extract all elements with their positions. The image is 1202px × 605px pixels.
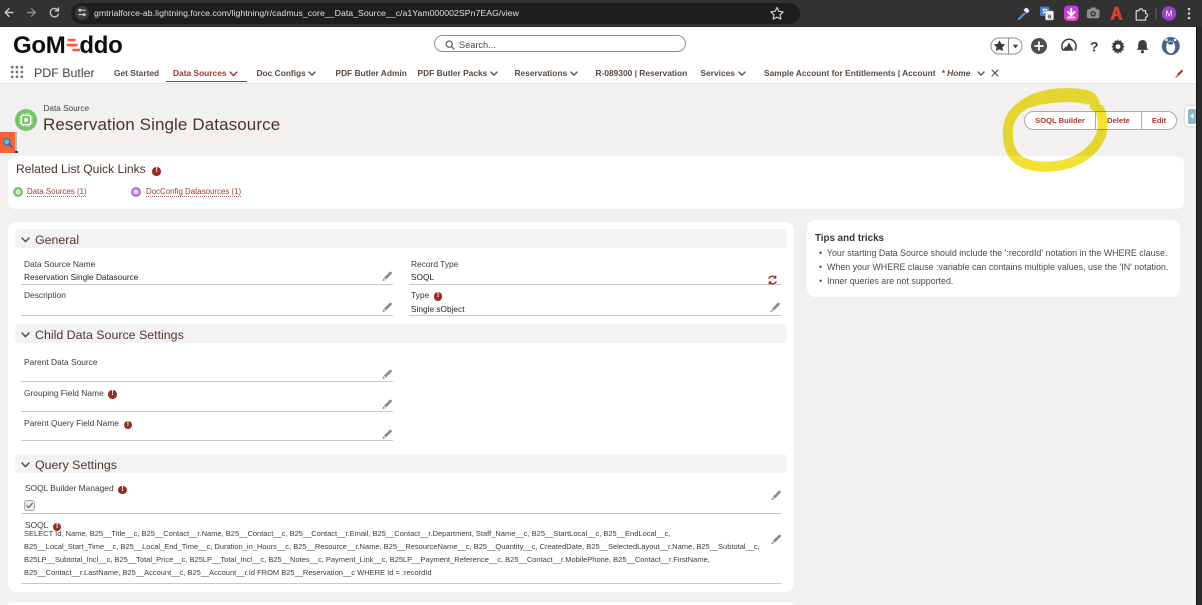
svg-text:M: M (1166, 9, 1173, 18)
svg-text:a: a (1048, 13, 1052, 20)
svg-text:?: ? (1090, 39, 1099, 55)
